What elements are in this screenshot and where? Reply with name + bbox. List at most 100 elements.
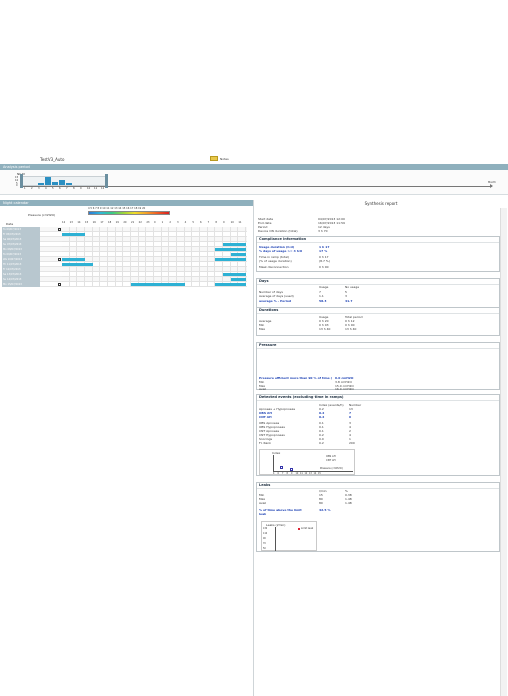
days-value: 3 xyxy=(345,294,347,298)
events-label: Fl. Rank xyxy=(259,441,271,445)
events-x-tick: 8 xyxy=(286,472,288,475)
notes-label[interactable]: Notes xyxy=(220,157,229,161)
events-chart-legend: CNT AH xyxy=(326,459,336,462)
hour-label: 8 xyxy=(215,221,217,224)
events-x-tick: 9 xyxy=(291,472,293,475)
calendar-cell xyxy=(92,282,101,287)
days-col-header: No usage xyxy=(345,285,360,289)
usage-bar[interactable] xyxy=(131,283,185,286)
analysis-x-tick: 9 xyxy=(80,187,82,190)
events-x-tick: 15 xyxy=(318,472,321,475)
pressure-value: 16.0 cmH2O xyxy=(335,387,354,391)
leaks-chart-yaxis xyxy=(275,527,276,551)
analysis-x-tick: 12 xyxy=(101,187,105,190)
durations-title: Durations xyxy=(257,308,499,314)
compliance-value: 0 h 00 xyxy=(319,265,329,269)
analysis-chart[interactable] xyxy=(22,176,106,186)
usage-bar[interactable] xyxy=(223,273,246,276)
hour-label: 3 xyxy=(177,221,179,224)
events-x-tick: 13 xyxy=(309,472,312,475)
notes-icon[interactable] xyxy=(210,156,218,161)
calendar-cell xyxy=(192,282,200,287)
report-scrollbar[interactable] xyxy=(500,208,507,696)
leaks-value: 80 xyxy=(319,501,323,505)
calendar-cell xyxy=(62,282,70,287)
events-x-tick: 4 xyxy=(273,472,275,475)
compliance-value: (8.7 %) xyxy=(319,259,330,263)
analysis-bar xyxy=(38,182,44,185)
days-value: 58.3 xyxy=(319,299,327,303)
usage-bar[interactable] xyxy=(215,248,246,251)
date-column-header: Date xyxy=(6,222,14,226)
info-label: Device ON duration (total) xyxy=(258,229,298,233)
usage-bar[interactable] xyxy=(230,253,246,256)
hour-label: 23 xyxy=(146,221,150,224)
calendar-cell xyxy=(207,282,216,287)
leaks-value: 1.48 xyxy=(345,501,352,505)
events-x-tick: 12 xyxy=(304,472,308,475)
usage-bar[interactable] xyxy=(223,243,246,246)
range-start-handle[interactable] xyxy=(20,174,23,188)
events-value: 6 xyxy=(349,415,352,419)
days-title: Days xyxy=(257,279,499,285)
hour-label: 19 xyxy=(115,221,119,224)
leaks-y-tick: 90 xyxy=(263,537,266,540)
events-title: Detected events (excluding time in ramps… xyxy=(257,395,499,401)
events-x-tick: 11 xyxy=(300,472,303,475)
hour-label: 0 xyxy=(154,221,156,224)
pressure-color-scale xyxy=(88,211,170,215)
event-marker-icon[interactable] xyxy=(58,283,61,286)
usage-bar[interactable] xyxy=(62,258,85,261)
usage-bar[interactable] xyxy=(62,263,93,266)
events-x-tick: 14 xyxy=(313,472,317,475)
days-label: average % - Period xyxy=(259,299,292,303)
info-value: 3 h 70 xyxy=(318,229,328,233)
calendar-cell xyxy=(77,282,85,287)
analysis-x-tick: 5 xyxy=(52,187,54,190)
calendar-cell xyxy=(69,282,78,287)
durations-section: Durations Usage Total period Average 0 h… xyxy=(256,308,500,336)
hour-label: 16 xyxy=(92,221,96,224)
event-marker-icon[interactable] xyxy=(58,228,61,231)
analysis-x-tick: 8 xyxy=(73,187,75,190)
events-chart: Index OBS AH CNT AH Pressure (cmH2O) 467… xyxy=(259,449,355,475)
hour-label: 15 xyxy=(85,221,89,224)
leaks-over-label: % of time above the limit leak xyxy=(259,508,302,516)
legend-marker-icon xyxy=(298,528,300,530)
usage-bar[interactable] xyxy=(62,233,85,236)
events-chart-xticks: 4 6 7 8 9 10 11 12 13 14 15 xyxy=(273,472,323,475)
calendar-cell xyxy=(100,282,108,287)
days-col-header: Usage xyxy=(319,285,329,289)
calendar-row[interactable]: Mo 15/07/2013 xyxy=(2,282,247,287)
data-point-icon xyxy=(290,468,293,471)
leaks-title: Leaks xyxy=(257,483,499,489)
hour-label: 12 xyxy=(62,221,66,224)
analysis-x-tick: 6 xyxy=(59,187,61,190)
range-end-handle[interactable] xyxy=(105,174,108,188)
leaks-chart-legend: Limit leak xyxy=(301,527,314,530)
analysis-bar xyxy=(59,180,65,185)
events-value: 0.2 xyxy=(319,415,325,419)
pressure-title: Pressure xyxy=(257,343,499,349)
usage-bar[interactable] xyxy=(215,283,246,286)
usage-bar[interactable] xyxy=(230,278,246,281)
compliance-section: Compliance information Usage duration (h… xyxy=(256,236,500,272)
hour-label: 21 xyxy=(131,221,135,224)
event-marker-icon[interactable] xyxy=(58,258,61,261)
compliance-title: Compliance information xyxy=(257,237,499,243)
events-x-tick: 10 xyxy=(295,472,299,475)
usage-bar[interactable] xyxy=(215,258,246,261)
hour-label: 4 xyxy=(184,221,187,224)
analysis-x-tick: 3 xyxy=(38,187,40,190)
events-chart-yaxis xyxy=(273,455,274,471)
hour-label: 2 xyxy=(169,221,171,224)
analysis-bar xyxy=(66,183,72,185)
calendar-cell xyxy=(200,282,208,287)
events-x-tick: 7 xyxy=(282,472,284,475)
calendar-cell xyxy=(85,282,93,287)
analysis-x-ticks: 1 2 3 4 5 6 7 8 9 10 11 12 xyxy=(22,187,106,191)
analysis-x-tick: 2 xyxy=(31,187,33,190)
calendar-cell xyxy=(108,282,116,287)
analysis-x-tick: 4 xyxy=(45,187,47,190)
analysis-x-tick: 10 xyxy=(87,187,91,190)
